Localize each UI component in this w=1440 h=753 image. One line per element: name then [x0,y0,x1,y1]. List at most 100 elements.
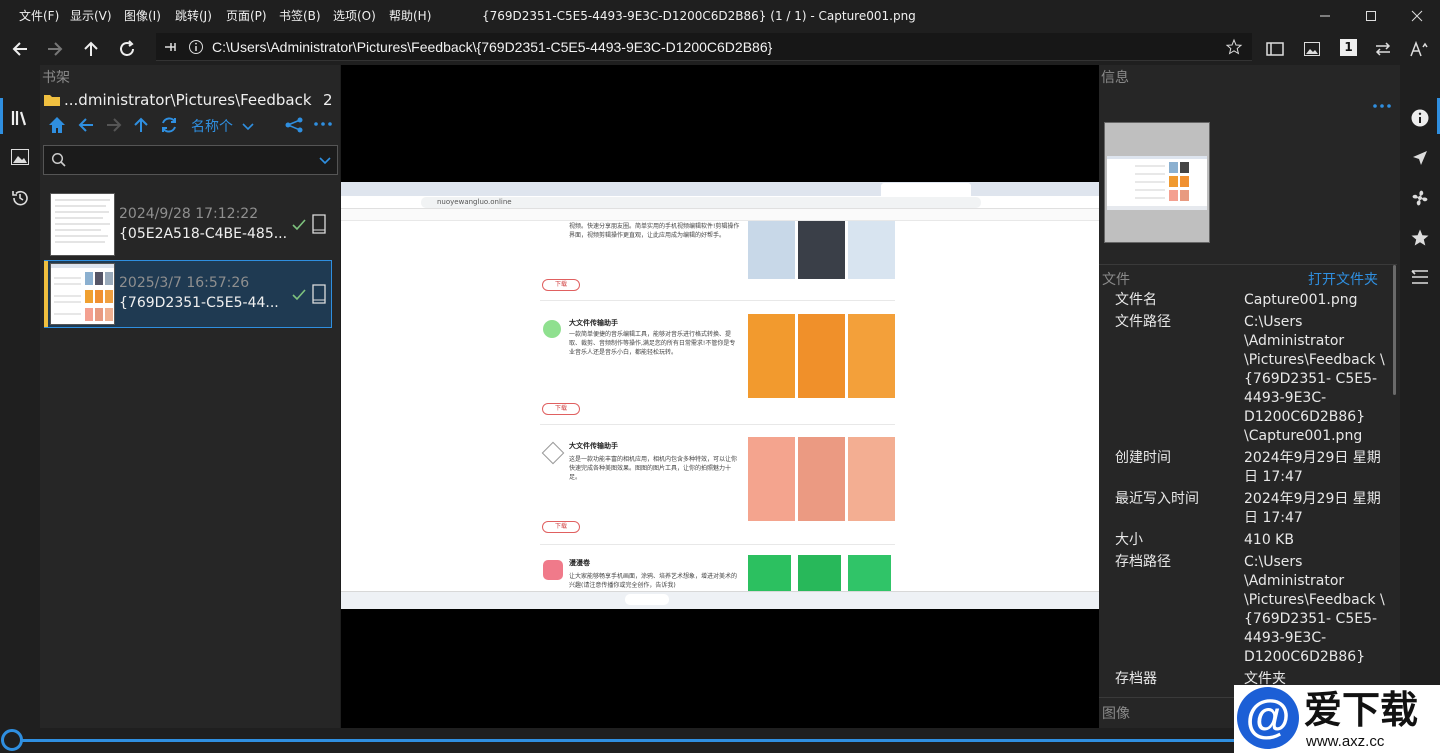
menu-help[interactable]: 帮助(H) [389,0,431,32]
app-preview [748,437,795,521]
app-preview [798,437,845,521]
field-key-created: 创建时间 [1115,450,1171,466]
minimize-button[interactable] [1302,0,1348,32]
app-preview [848,437,895,521]
shelf-forward-icon[interactable] [104,115,124,135]
shelf-item-name: {769D2351-C5E5-44... [119,295,279,311]
field-value-archive-path: C:\Users \Administrator \Pictures\Feedba… [1244,554,1385,665]
shelf-search-input[interactable] [43,145,338,175]
more-icon[interactable] [313,118,333,130]
refresh-button[interactable] [110,32,144,65]
up-button[interactable] [74,32,108,65]
download-button: 下载 [542,403,580,415]
browser-tabs [341,182,1099,196]
menu-file[interactable]: 文件(F) [19,0,59,32]
menu-page[interactable]: 页面(P) [226,0,267,32]
folder-icon [43,93,61,107]
info-circle-icon [188,39,204,55]
layout-icon [1266,41,1284,56]
divider [540,424,895,425]
menu-view[interactable]: 显示(V) [70,0,112,32]
app-preview [748,314,795,398]
app-preview [798,221,845,279]
app-description: 让大家能够畅享手机画面，涂鸦、培养艺术想象，增进对美术的兴趣(请注意传播你或完全… [569,573,738,589]
image-button[interactable] [1295,32,1329,65]
taskbar [341,591,1099,609]
menu-bookmark[interactable]: 书签(B) [279,0,321,32]
page-counter[interactable]: 1 [1340,39,1357,56]
check-icon [291,288,307,302]
back-button[interactable] [3,32,37,65]
selected-marker [44,261,48,327]
divider [540,544,895,545]
watermark: @ 爱下载 www.axz.cc [1234,685,1440,753]
info-thumbnail-image [1107,156,1207,210]
page-slider-thumb[interactable] [1,729,23,751]
field-value-size: 410 KB [1244,532,1294,548]
browser-url: nuoyewangluo.online [437,198,512,206]
open-folder-link[interactable]: 打开文件夹 [1308,269,1378,289]
page-slider-track[interactable] [12,739,1240,742]
address-text[interactable]: C:\Users\Administrator\Pictures\Feedback… [212,33,772,61]
history-icon[interactable] [10,188,30,208]
watermark-brand: 爱下载 [1304,688,1419,732]
swap-button[interactable] [1366,32,1400,65]
divider [540,300,895,301]
field-value-filepath: C:\Users \Administrator \Pictures\Feedba… [1244,314,1385,444]
gallery-icon[interactable] [10,148,30,166]
field-key-archiver: 存档器 [1115,671,1157,687]
list-icon[interactable] [1410,268,1430,286]
bookshelf-icon[interactable] [10,108,30,128]
page-icon [311,214,327,234]
arrow-right-icon [48,41,63,56]
shelf-title: 书架 [42,70,70,86]
field-key-filename: 文件名 [1115,292,1157,308]
field-key-size: 大小 [1115,532,1143,548]
shelf-up-icon[interactable] [131,115,151,135]
app-preview [848,221,895,279]
app-preview [848,314,895,398]
share-icon[interactable] [284,116,304,134]
close-button[interactable] [1394,0,1440,32]
app-title: 大文件传输助手 [569,319,618,327]
download-button: 下载 [542,521,580,533]
home-icon[interactable] [47,115,67,135]
chevron-down-icon[interactable] [241,119,255,133]
app-icon [543,320,561,338]
watermark-url: www.axz.cc [1306,733,1385,750]
sort-button[interactable]: 名称个 [191,116,233,136]
field-key-modified: 最近写入时间 [1115,491,1199,507]
font-size-button[interactable] [1402,32,1436,65]
field-key-filepath: 文件路径 [1115,314,1171,330]
menu-image[interactable]: 图像(I) [124,0,161,32]
file-section-title: 文件 [1102,272,1130,288]
info-thumbnail [1104,122,1210,243]
shelf-item-name: {05E2A518-C4BE-485... [119,226,288,242]
info-icon[interactable] [1410,108,1430,128]
shelf-folder-path[interactable]: ...dministrator\Pictures\Feedback [64,91,312,109]
info-more-icon[interactable] [1372,101,1392,111]
page-icon [311,284,327,304]
forward-button[interactable] [38,32,72,65]
shelf-back-icon[interactable] [76,115,96,135]
star-filled-icon[interactable] [1410,228,1430,248]
check-icon [291,218,307,232]
menu-goto[interactable]: 跳转(J) [175,0,212,32]
panel-layout-button[interactable] [1258,32,1292,65]
shelf-sync-icon[interactable] [159,115,179,135]
search-dropdown-icon[interactable] [318,153,332,167]
info-scrollbar[interactable] [1393,265,1396,395]
navigate-icon[interactable] [1410,148,1430,168]
maximize-button[interactable] [1348,0,1394,32]
field-value-created: 2024年9月29日 星期日 17:47 [1244,450,1381,485]
app-preview [798,314,845,398]
search-icon [51,152,67,168]
menu-options[interactable]: 选项(O) [333,0,376,32]
pin-icon[interactable] [162,39,178,55]
app-preview [748,555,791,591]
star-icon[interactable] [1225,38,1243,56]
taskbar-search [625,594,669,605]
fan-icon[interactable] [1410,188,1430,208]
swap-icon [1375,41,1391,56]
app-title: 漫漫卷 [569,559,590,567]
